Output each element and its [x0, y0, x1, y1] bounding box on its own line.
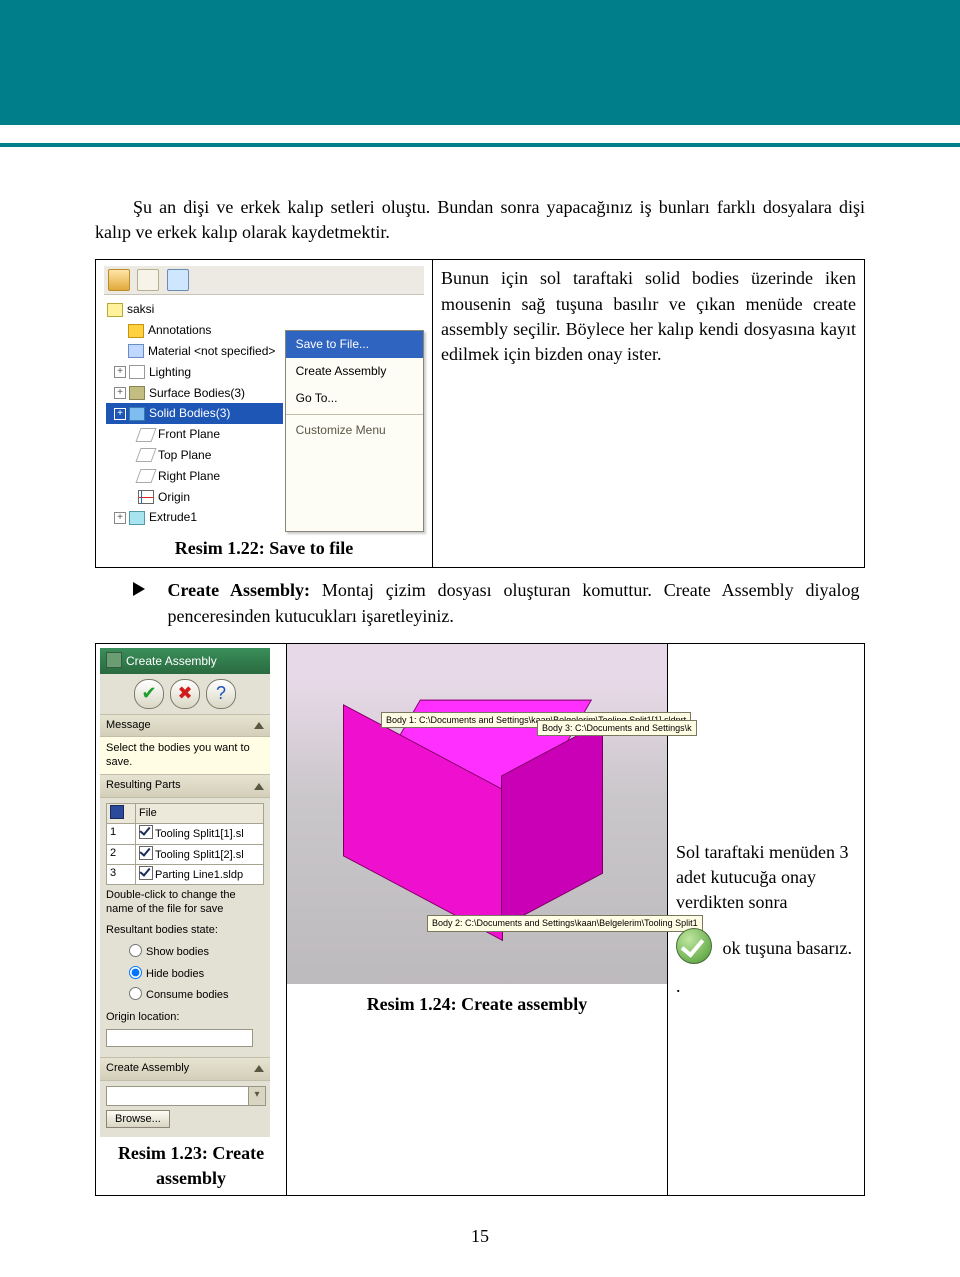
save-icon — [110, 805, 124, 819]
menu-go-to[interactable]: Go To... — [286, 385, 423, 412]
checkbox-icon[interactable] — [139, 846, 153, 860]
feature-toolbar — [104, 266, 424, 295]
menu-customize[interactable]: Customize Menu — [286, 417, 423, 444]
origin-icon — [138, 490, 154, 504]
origin-input[interactable] — [106, 1029, 253, 1047]
resulting-parts-header: Resulting Parts — [106, 778, 181, 793]
part-icon — [107, 303, 123, 317]
collapse-icon[interactable] — [254, 722, 264, 729]
solid-icon — [129, 407, 145, 421]
context-menu: Save to File... Create Assembly Go To...… — [285, 330, 424, 532]
tree-item-annotations: Annotations — [148, 322, 211, 339]
collapse-icon[interactable] — [254, 783, 264, 790]
toolbar-icon-1[interactable] — [108, 269, 130, 291]
create-assembly-section: Create Assembly — [106, 1061, 189, 1076]
assembly-icon — [106, 652, 122, 668]
file-row-3[interactable]: Parting Line1.sldp — [155, 869, 243, 881]
plane-icon — [135, 469, 156, 483]
fig3-caption: Resim 1.23: Create assembly — [100, 1141, 282, 1191]
menu-divider — [286, 414, 423, 415]
tree-item-material: Material <not specified> — [148, 343, 275, 360]
message-header: Message — [106, 718, 151, 733]
files-table: File 1Tooling Split1[1].sl 2Tooling Spli… — [106, 803, 264, 886]
state-header: Resultant bodies state: — [106, 923, 264, 938]
fig1-caption: Resim 1.22: Save to file — [104, 536, 424, 561]
pm-title: Create Assembly — [100, 648, 270, 674]
file-row-1[interactable]: Tooling Split1[1].sl — [155, 828, 244, 840]
ok-check-icon — [676, 928, 712, 964]
origin-header: Origin location: — [106, 1010, 264, 1025]
expand-icon[interactable]: + — [114, 366, 126, 378]
toolbar-icon-3[interactable] — [167, 269, 189, 291]
feature-tree[interactable]: saksi Annotations Material <not specifie… — [104, 295, 285, 532]
body-tooltip-3: Body 3: C:\Documents and Settings\k — [537, 720, 697, 737]
message-text: Select the bodies you want to save. — [100, 737, 270, 775]
fig1-description: Bunun için sol taraftaki solid bodies üz… — [441, 266, 856, 367]
tree-item-surface: Surface Bodies(3) — [149, 385, 245, 402]
sidenote-dot: . — [676, 974, 856, 999]
header-band — [0, 0, 960, 125]
lighting-icon — [129, 365, 145, 379]
assembly-path-input[interactable]: ▾ — [106, 1086, 266, 1106]
bullet-title: Create Assembly: — [168, 580, 311, 600]
material-icon — [128, 344, 144, 358]
cancel-button[interactable]: ✖ — [170, 679, 200, 709]
radio-hide[interactable]: Hide bodies — [106, 962, 264, 983]
tree-root: saksi — [127, 301, 154, 318]
expand-icon[interactable]: + — [114, 512, 126, 524]
fig1-screenshot: saksi Annotations Material <not specifie… — [104, 266, 424, 532]
file-column-header: File — [136, 803, 264, 823]
tree-item-origin: Origin — [158, 489, 190, 506]
help-button[interactable]: ? — [206, 679, 236, 709]
expand-icon[interactable]: + — [114, 387, 126, 399]
annotations-icon — [128, 324, 144, 338]
checkbox-icon[interactable] — [139, 866, 153, 880]
figure23-table: Create Assembly ✔ ✖ ? Message Select the… — [95, 643, 865, 1196]
sidenote-p2: ok tuşuna basarız. — [723, 938, 852, 958]
file-row-2[interactable]: Tooling Split1[2].sl — [155, 849, 244, 861]
bullet-create-assembly: Create Assembly: Montaj çizim dosyası ol… — [95, 578, 865, 628]
menu-create-assembly[interactable]: Create Assembly — [286, 358, 423, 385]
menu-save-to-file[interactable]: Save to File... — [286, 331, 423, 358]
tree-item-lighting: Lighting — [149, 364, 191, 381]
dropdown-icon[interactable]: ▾ — [248, 1087, 265, 1105]
toolbar-icon-2[interactable] — [137, 269, 159, 291]
collapse-icon[interactable] — [254, 1065, 264, 1072]
radio-consume[interactable]: Consume bodies — [106, 983, 264, 1004]
bullet-arrow-icon — [133, 578, 151, 596]
checkbox-icon[interactable] — [139, 825, 153, 839]
sidenote: Sol taraftaki menüden 3 adet kutucuğa on… — [676, 840, 856, 999]
tree-item-front: Front Plane — [158, 426, 220, 443]
property-manager: Create Assembly ✔ ✖ ? Message Select the… — [100, 648, 270, 1137]
browse-button[interactable]: Browse... — [106, 1110, 170, 1128]
sidenote-p1: Sol taraftaki menüden 3 adet kutucuğa on… — [676, 840, 856, 916]
tree-item-right: Right Plane — [158, 468, 220, 485]
extrude-icon — [129, 511, 145, 525]
body-tooltip-2: Body 2: C:\Documents and Settings\kaan\B… — [427, 915, 703, 932]
fig2-caption: Resim 1.24: Create assembly — [287, 992, 667, 1017]
rename-hint: Double-click to change the name of the f… — [106, 889, 264, 917]
plane-icon — [135, 448, 156, 462]
radio-show[interactable]: Show bodies — [106, 940, 264, 961]
plane-icon — [135, 428, 156, 442]
tree-item-top: Top Plane — [158, 447, 211, 464]
tree-item-extrude: Extrude1 — [149, 509, 197, 526]
intro-paragraph: Şu an dişi ve erkek kalıp setleri oluştu… — [95, 195, 865, 245]
expand-icon[interactable]: + — [114, 408, 126, 420]
ok-button[interactable]: ✔ — [134, 679, 164, 709]
viewport-3d[interactable]: Body 1: C:\Documents and Settings\kaan\B… — [287, 644, 667, 984]
page-number: 15 — [0, 1206, 960, 1277]
tree-item-solid: Solid Bodies(3) — [149, 405, 230, 422]
figure1-table: saksi Annotations Material <not specifie… — [95, 259, 865, 568]
surface-icon — [129, 386, 145, 400]
